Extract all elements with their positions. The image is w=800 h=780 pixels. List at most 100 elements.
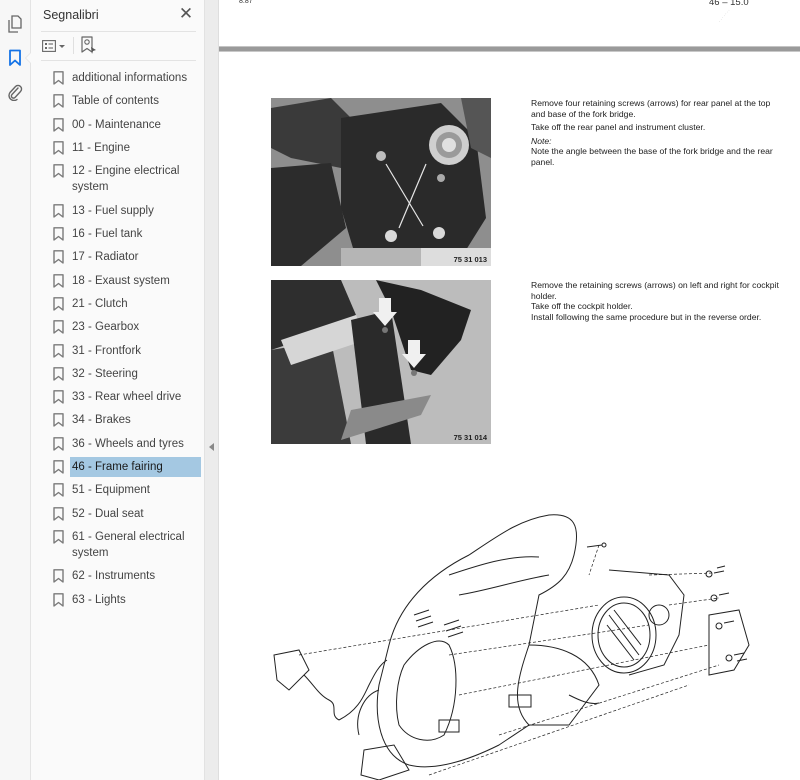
bookmark-icon <box>53 273 64 288</box>
instruction-text: Install following the same procedure but… <box>531 311 762 322</box>
bookmark-label: Table of contents <box>72 95 159 108</box>
bookmark-item[interactable]: 00 - Maintenance <box>31 115 205 135</box>
bookmark-label: 21 - Clutch <box>72 297 128 310</box>
bookmark-icon <box>53 227 64 241</box>
attachments-button[interactable] <box>4 81 26 103</box>
bookmark-item[interactable]: 23 - Gearbox <box>31 317 205 337</box>
bookmark-label: 18 - Exaust system <box>72 274 170 287</box>
bookmark-icon <box>53 94 64 108</box>
close-icon[interactable]: ✕ <box>178 5 194 23</box>
bookmark-icon <box>53 366 64 381</box>
bookmark-label: 33 - Rear wheel drive <box>72 391 182 404</box>
bookmark-icon <box>53 296 64 311</box>
bookmark-item[interactable]: 36 - Wheels and tyres <box>31 434 205 454</box>
bookmark-icon <box>53 483 64 497</box>
chevron-down-icon <box>59 44 65 48</box>
bookmark-item[interactable]: 13 - Fuel supply <box>31 201 205 221</box>
bookmark-icon <box>53 320 64 334</box>
bookmark-item[interactable]: 34 - Brakes <box>31 410 205 430</box>
bookmarks-panel: Segnalibri ✕ additional informations Tab… <box>31 0 205 780</box>
bookmarks-button[interactable] <box>4 47 26 69</box>
document-view: 8.87 46 – 15.0 · · · · · · · 75 31 013 7… <box>219 0 800 780</box>
photo-code: 75 31 013 <box>453 255 487 264</box>
bookmark-label: 62 - Instruments <box>72 570 156 583</box>
options-menu-button[interactable] <box>42 38 65 54</box>
bookmark-icon <box>53 506 64 521</box>
bookmark-icon <box>53 140 64 155</box>
panel-title: Segnalibri <box>43 8 99 22</box>
bookmark-label: 63 - Lights <box>72 593 126 606</box>
divider <box>41 60 196 61</box>
instructions-cockpit-holder: Remove the retaining screws (arrows) on … <box>531 280 781 322</box>
bookmark-item[interactable]: additional informations <box>31 68 205 88</box>
pdf-viewer: Segnalibri ✕ additional informations Tab… <box>0 0 800 780</box>
bookmark-icon <box>53 117 64 132</box>
page-thumbnails-button[interactable] <box>4 13 26 35</box>
bookmark-item[interactable]: 18 - Exaust system <box>31 271 205 291</box>
instruction-text: Take off the rear panel and instrument c… <box>531 122 706 132</box>
bookmark-item[interactable]: 52 - Dual seat <box>31 504 205 524</box>
instructions-rear-panel: Remove four retaining screws (arrows) fo… <box>531 98 781 170</box>
photo-cockpit-holder: 75 31 014 <box>271 280 491 444</box>
bookmark-item[interactable]: 62 - Instruments <box>31 566 205 586</box>
bookmark-item[interactable]: Table of contents <box>31 91 205 111</box>
page-thumbnails-icon <box>8 15 22 33</box>
bookmark-item[interactable]: 61 - General electrical system <box>31 527 205 563</box>
page-stamp: · · · · · · · <box>716 7 732 24</box>
bookmark-item[interactable]: 63 - Lights <box>31 590 205 610</box>
bookmark-label: 52 - Dual seat <box>72 507 144 520</box>
bookmark-item[interactable]: 16 - Fuel tank <box>31 224 205 244</box>
bookmark-item[interactable]: 17 - Radiator <box>31 247 205 267</box>
new-bookmark-button[interactable] <box>80 36 98 55</box>
bookmark-label: 32 - Steering <box>72 367 138 380</box>
bookmarks-toolbar <box>31 31 205 60</box>
bookmark-icon <box>53 460 64 474</box>
bookmark-item[interactable]: 33 - Rear wheel drive <box>31 387 205 407</box>
bookmark-label: 16 - Fuel tank <box>72 228 143 240</box>
bookmark-label: 31 - Frontfork <box>72 344 142 357</box>
page-date: 8.87 <box>239 0 253 5</box>
attachment-icon <box>8 84 23 101</box>
bookmark-icon <box>53 529 64 544</box>
photo-fork-bridge: 75 31 013 <box>271 98 491 266</box>
bookmark-icon <box>53 569 64 584</box>
bookmark-icon <box>53 343 64 358</box>
bookmark-label: additional informations <box>72 72 188 84</box>
bookmark-item[interactable]: 12 - Engine electrical system <box>31 161 205 197</box>
instruction-text: Remove the retaining screws (arrows) on … <box>531 280 779 301</box>
panel-splitter[interactable] <box>205 0 219 780</box>
bookmark-icon <box>53 164 64 178</box>
bookmark-icon <box>53 71 64 85</box>
bookmark-label: 34 - Brakes <box>72 414 131 427</box>
bookmark-icon <box>53 203 64 218</box>
note-text: Note the angle between the base of the f… <box>531 146 773 167</box>
bookmark-item[interactable]: 51 - Equipment <box>31 480 205 500</box>
previous-page-bottom: 8.87 46 – 15.0 · · · · · · · <box>219 0 800 46</box>
photo-cockpit-holder-image <box>271 280 491 444</box>
note-label: Note: <box>531 135 552 146</box>
bookmark-item[interactable]: 21 - Clutch <box>31 294 205 314</box>
exploded-view-fairing-drawing <box>269 495 800 780</box>
bookmark-label: 13 - Fuel supply <box>72 204 154 217</box>
toolbar-divider <box>73 37 74 54</box>
new-bookmark-icon <box>81 36 96 54</box>
bookmark-label: 51 - Equipment <box>72 484 150 497</box>
collapse-panel-arrow-icon[interactable] <box>209 443 214 451</box>
page-separator <box>219 46 800 52</box>
bookmark-label: 46 - Frame fairing <box>70 457 201 477</box>
bookmark-label: 12 - Engine electrical system <box>72 165 180 194</box>
bookmark-icon <box>53 250 64 264</box>
bookmark-icon <box>53 592 64 607</box>
side-tool-rail <box>0 0 32 780</box>
bookmark-item[interactable]: 31 - Frontfork <box>31 341 205 361</box>
bookmark-item[interactable]: 32 - Steering <box>31 364 205 384</box>
bookmark-item[interactable]: 46 - Frame fairing <box>31 457 205 477</box>
bookmark-icon <box>53 413 64 428</box>
bookmark-item[interactable]: 11 - Engine <box>31 138 205 158</box>
bookmark-icon <box>9 49 21 66</box>
panel-header: Segnalibri ✕ <box>31 0 205 30</box>
instruction-text: Remove four retaining screws (arrows) fo… <box>531 98 771 119</box>
photo-fork-bridge-image <box>271 98 491 266</box>
photo-code: 75 31 014 <box>453 433 487 442</box>
list-options-icon <box>42 40 56 52</box>
